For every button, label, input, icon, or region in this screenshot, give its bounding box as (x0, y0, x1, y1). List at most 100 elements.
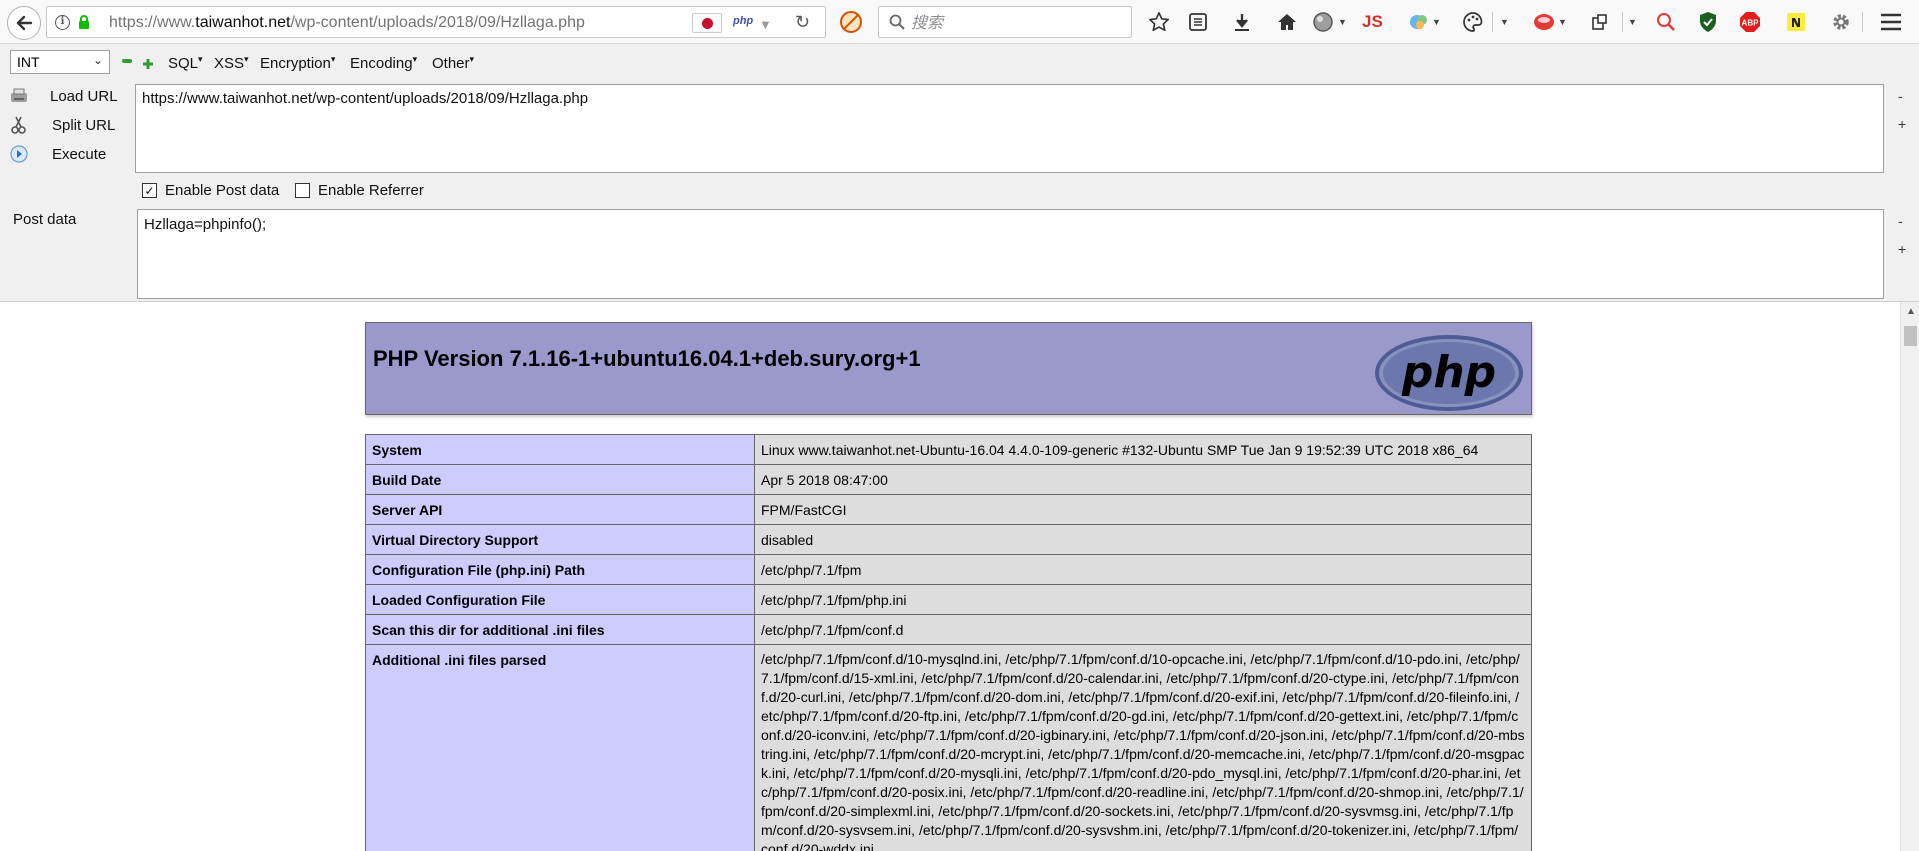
menu-other[interactable]: Other▾ (432, 54, 474, 72)
int-select[interactable]: INT ⌄ (10, 50, 110, 74)
toolbar-separator (1622, 12, 1623, 32)
enable-post-label: Enable Post data (165, 182, 280, 199)
page-content: PHP Version 7.1.16-1+ubuntu16.04.1+deb.s… (0, 302, 1900, 851)
gear-icon[interactable] (1830, 9, 1852, 35)
enable-referrer-checkbox[interactable] (295, 183, 310, 198)
info-icon[interactable]: i (55, 15, 70, 30)
row-value: /etc/php/7.1/fpm (754, 554, 1532, 585)
int-select-value: INT (17, 54, 40, 70)
load-url-icon (11, 88, 27, 102)
caret-down-icon: ▾ (198, 54, 203, 64)
row-value: /etc/php/7.1/fpm/php.ini (754, 584, 1532, 615)
execute-button[interactable]: Execute (10, 143, 106, 165)
search-bar[interactable] (878, 6, 1132, 38)
chevron-down-icon[interactable]: ▼ (1500, 9, 1509, 35)
table-row: Loaded Configuration File/etc/php/7.1/fp… (365, 584, 1532, 615)
menu-encoding[interactable]: Encoding▾ (350, 54, 417, 72)
palette-icon[interactable] (1462, 9, 1484, 35)
table-row: Configuration File (php.ini) Path/etc/ph… (365, 554, 1532, 585)
reload-icon[interactable]: ↻ (795, 12, 810, 33)
load-url-label: Load URL (50, 87, 118, 105)
row-key: Loaded Configuration File (365, 584, 755, 615)
zoom-extension-icon[interactable] (1655, 9, 1677, 35)
post-shrink-button[interactable]: - (1898, 213, 1903, 229)
globe-extension-icon[interactable] (1312, 9, 1334, 35)
split-url-label: Split URL (52, 116, 116, 134)
table-row: Scan this dir for additional .ini files /… (365, 614, 1532, 645)
back-button[interactable] (7, 6, 41, 40)
menu-sql-label: SQL (168, 55, 199, 72)
arrow-left-icon (16, 15, 33, 31)
browser-toolbar: i https://www.taiwanhot.net/wp-content/u… (0, 0, 1919, 44)
checkmark-icon: ✓ (144, 183, 155, 198)
reading-list-icon[interactable] (1188, 9, 1208, 35)
row-value: /etc/php/7.1/fpm/conf.d (754, 614, 1532, 645)
scroll-up-icon[interactable]: ▲ (1906, 306, 1916, 317)
chevron-down-icon[interactable]: ▼ (759, 17, 772, 32)
url-text[interactable]: https://www.taiwanhot.net/wp-content/upl… (109, 14, 585, 32)
post-expand-button[interactable]: + (1898, 241, 1906, 257)
enable-post-checkbox[interactable]: ✓ (142, 183, 157, 198)
chevron-down-icon[interactable]: ▼ (1432, 9, 1441, 35)
table-row: Build Date Apr 5 2018 08:47:00 (365, 464, 1532, 495)
flag-icon[interactable] (692, 13, 722, 33)
chevron-down-icon[interactable]: ▼ (1628, 9, 1637, 35)
row-key: Build Date (365, 464, 755, 495)
php-badge[interactable]: php (733, 15, 753, 27)
note-extension-icon[interactable] (1786, 9, 1806, 35)
search-icon (889, 14, 905, 35)
proxy-extension-icon[interactable] (1408, 9, 1430, 35)
lock-icon[interactable] (78, 15, 90, 30)
screenshot-icon[interactable] (1590, 9, 1610, 35)
row-key: Configuration File (php.ini) Path (365, 554, 755, 585)
caret-down-icon: ▾ (244, 54, 249, 64)
post-data-label: Post data (13, 211, 77, 228)
table-row: Virtual Directory Support disabled (365, 524, 1532, 555)
js-switch-icon[interactable]: JS (1362, 9, 1383, 35)
php-logo-text: php (1401, 347, 1496, 398)
enable-referrer-label: Enable Referrer (318, 182, 424, 199)
chevron-down-icon[interactable]: ▼ (1338, 9, 1347, 35)
row-value: Linux www.taiwanhot.net-Ubuntu-16.04 4.4… (754, 434, 1532, 465)
enable-referrer-checkbox-row[interactable]: Enable Referrer (295, 182, 424, 199)
caret-down-icon: ▾ (412, 54, 418, 64)
url-expand-button[interactable]: + (1898, 116, 1906, 132)
vertical-scrollbar[interactable]: ▲ (1900, 302, 1919, 851)
row-key: Virtual Directory Support (365, 524, 755, 555)
split-url-button[interactable]: Split URL (10, 114, 115, 136)
phpinfo-table: System Linux www.taiwanhot.net-Ubuntu-16.… (365, 434, 1532, 851)
php-logo: php (1375, 335, 1523, 411)
menu-encryption[interactable]: Encryption▾ (260, 54, 335, 72)
adblock-icon[interactable]: ABP (1739, 9, 1761, 35)
increase-icon[interactable] (143, 56, 153, 69)
enable-post-checkbox-row[interactable]: ✓ Enable Post data (142, 182, 279, 199)
post-data-textarea[interactable]: Hzllaga=phpinfo(); (137, 209, 1884, 299)
noscript-icon[interactable] (840, 11, 862, 33)
search-input[interactable] (911, 11, 1121, 33)
menu-xss-label: XSS (214, 55, 245, 72)
chevron-down-icon: ⌄ (92, 53, 103, 67)
menu-xss[interactable]: XSS▾ (214, 54, 249, 72)
shield-icon[interactable] (1698, 9, 1718, 35)
load-url-button[interactable]: Load URL (10, 85, 118, 107)
url-bar[interactable]: i https://www.taiwanhot.net/wp-content/u… (46, 6, 826, 38)
hamburger-menu-icon[interactable] (1880, 9, 1902, 35)
bookmark-star-icon[interactable] (1148, 9, 1170, 35)
caret-down-icon: ▾ (330, 54, 336, 64)
url-shrink-button[interactable]: - (1898, 88, 1903, 104)
menu-sql[interactable]: SQL▾ (168, 54, 203, 72)
url-host: taiwanhot.net (195, 14, 291, 31)
row-key: Additional .ini files parsed (365, 644, 755, 851)
url-prefix: https://www. (109, 14, 196, 31)
download-icon[interactable] (1232, 9, 1252, 35)
url-textarea[interactable]: https://www.taiwanhot.net/wp-content/upl… (135, 84, 1884, 173)
scrollbar-thumb[interactable] (1904, 326, 1917, 346)
hackbar-extension-icon[interactable] (1532, 9, 1556, 35)
chevron-down-icon[interactable]: ▼ (1558, 9, 1567, 35)
menu-other-label: Other (432, 55, 470, 72)
home-icon[interactable] (1276, 9, 1298, 35)
row-value: /etc/php/7.1/fpm/conf.d/10-mysqlnd.ini, … (754, 644, 1532, 851)
decrease-icon[interactable] (122, 59, 132, 63)
row-value: disabled (754, 524, 1532, 555)
play-icon (10, 145, 28, 163)
